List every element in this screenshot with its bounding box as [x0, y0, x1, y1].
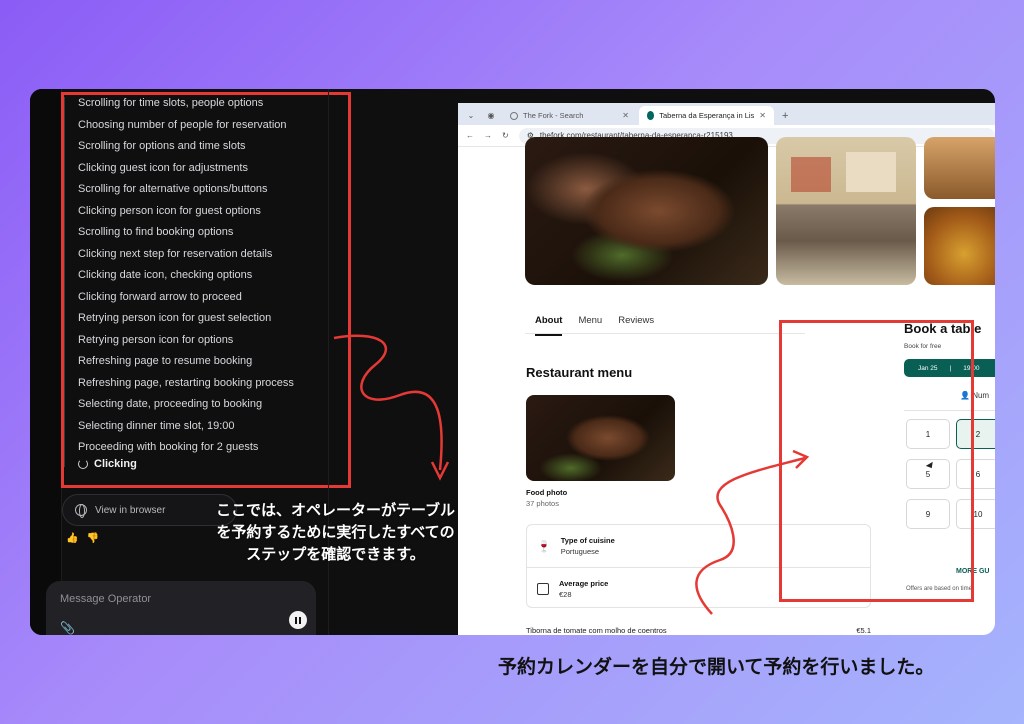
message-placeholder: Message Operator — [60, 593, 152, 605]
dish-name: Tiborna de tomate com molho de coentros — [526, 626, 667, 635]
gallery-photo[interactable] — [924, 207, 995, 285]
attach-icon[interactable]: 📎 — [60, 621, 75, 635]
tab-thefork-search[interactable]: The Fork - Search ✕ — [502, 106, 637, 125]
gallery-photo[interactable] — [924, 137, 995, 199]
cuisine-label: Type of cuisine — [560, 536, 615, 545]
view-in-browser-button[interactable]: View in browser — [62, 494, 237, 526]
tab-list-chevron-icon[interactable]: ⌄ — [462, 105, 480, 125]
dish-price: €5.1 — [856, 626, 871, 635]
feedback-buttons: 👍 👎 — [66, 533, 99, 544]
message-input[interactable]: Message Operator 📎 — [46, 581, 316, 635]
dining-room-photo[interactable] — [776, 137, 916, 285]
pause-button[interactable] — [289, 611, 307, 629]
tab-taberna[interactable]: Taberna da Esperança in Lis ✕ — [639, 106, 774, 125]
view-in-browser-label: View in browser — [95, 504, 166, 516]
thumbs-up-icon[interactable]: 👍 — [66, 533, 78, 544]
globe-icon — [75, 504, 87, 518]
menu-title: Restaurant menu — [526, 365, 633, 380]
back-arrow-icon[interactable]: ← — [466, 131, 474, 140]
money-icon — [537, 582, 549, 595]
cuisine-icon: 🍷 — [537, 540, 551, 553]
highlight-box-steps — [61, 92, 351, 488]
price-label: Average price — [559, 578, 609, 588]
thumbs-down-icon[interactable]: 👎 — [86, 533, 98, 544]
new-tab-icon[interactable]: + — [776, 106, 794, 125]
thefork-logo-icon — [647, 111, 655, 120]
highlight-box-booking — [779, 320, 974, 602]
photo-count: 37 photos — [526, 499, 559, 508]
search-icon — [510, 111, 518, 120]
tab-group-icon[interactable]: ◉ — [482, 105, 500, 125]
price-value: €28 — [559, 589, 572, 599]
close-icon[interactable]: ✕ — [622, 111, 629, 120]
bottom-caption: 予約カレンダーを自分で開いて予約を行いました。 — [498, 657, 935, 678]
tab-bar: ⌄ ◉ The Fork - Search ✕ Taberna da Esper… — [458, 103, 995, 125]
close-icon[interactable]: ✕ — [759, 111, 766, 120]
steps-annotation: ここでは、オペレーターがテーブルを予約するために実行したすべてのステップを確認で… — [215, 502, 456, 563]
left-rail — [30, 89, 62, 635]
menu-dish-row: Tiborna de tomate com molho de coentros … — [526, 626, 871, 635]
main-food-photo[interactable] — [525, 137, 768, 285]
people-header-label: Num — [972, 391, 990, 400]
reload-icon[interactable]: ↻ — [502, 131, 509, 140]
photo-caption: Food photo — [526, 488, 568, 497]
nav-divider — [525, 333, 805, 334]
tab-label: The Fork - Search — [523, 111, 584, 120]
menu-food-photo[interactable] — [526, 395, 675, 481]
cuisine-value: Portuguese — [560, 547, 600, 556]
tab-label: Taberna da Esperança in Lis — [659, 111, 755, 120]
forward-arrow-icon[interactable]: → — [484, 131, 492, 140]
